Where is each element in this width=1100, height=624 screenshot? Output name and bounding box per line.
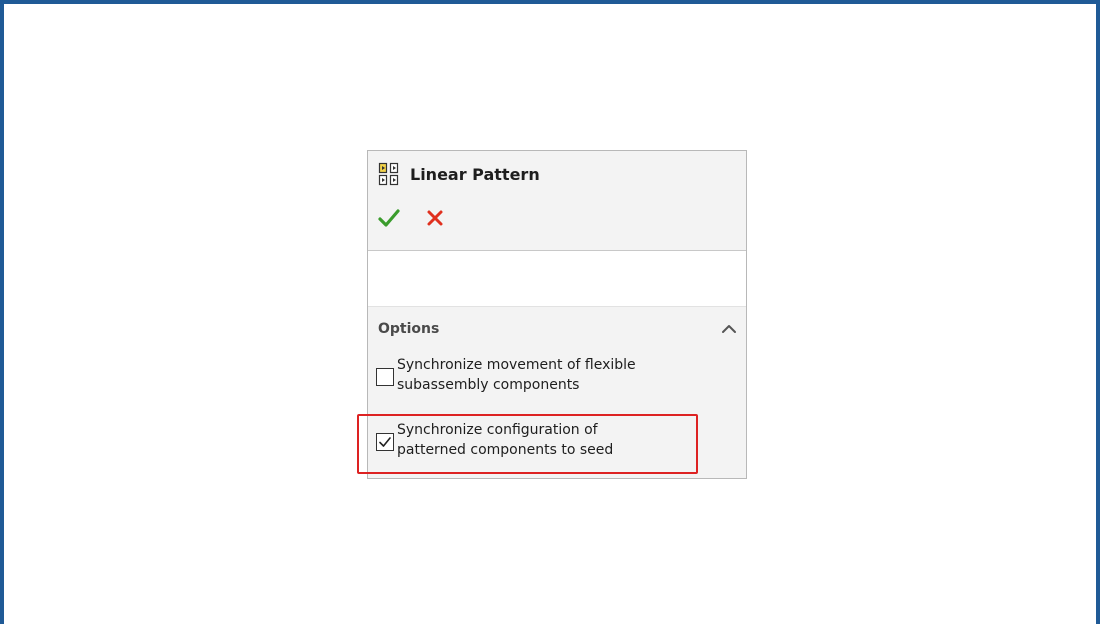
panel-title-row: Linear Pattern: [378, 159, 540, 189]
sync-configuration-option[interactable]: Synchronize configuration of patterned c…: [376, 420, 613, 460]
option-label-line: subassembly components: [397, 377, 580, 393]
checkmark-icon: [377, 434, 393, 450]
selection-area: [368, 251, 746, 307]
sync-flexible-subassembly-checkbox[interactable]: [376, 368, 394, 386]
option-label-line: patterned components to seed: [397, 442, 614, 458]
sync-flexible-subassembly-option[interactable]: Synchronize movement of flexible subasse…: [376, 355, 636, 395]
ok-button[interactable]: [376, 207, 402, 233]
property-manager-panel: Linear Pattern Options Synchronize movem…: [367, 150, 747, 479]
collapse-button[interactable]: [719, 319, 739, 339]
options-header: Options: [378, 321, 440, 337]
option-label-line: Synchronize configuration of: [397, 422, 598, 438]
option-label: Synchronize movement of flexible subasse…: [397, 355, 636, 395]
sync-configuration-checkbox[interactable]: [376, 433, 394, 451]
panel-header: Linear Pattern: [368, 151, 746, 251]
panel-title: Linear Pattern: [410, 164, 540, 184]
close-icon: [426, 209, 444, 231]
linear-pattern-icon: [378, 161, 400, 187]
option-label-line: Synchronize movement of flexible: [397, 357, 636, 373]
cancel-button[interactable]: [422, 207, 448, 233]
options-group: Options Synchronize movement of flexible…: [368, 307, 746, 478]
checkmark-icon: [378, 208, 400, 232]
chevron-up-icon: [719, 324, 739, 343]
action-buttons: [376, 207, 468, 233]
option-label: Synchronize configuration of patterned c…: [397, 420, 613, 460]
